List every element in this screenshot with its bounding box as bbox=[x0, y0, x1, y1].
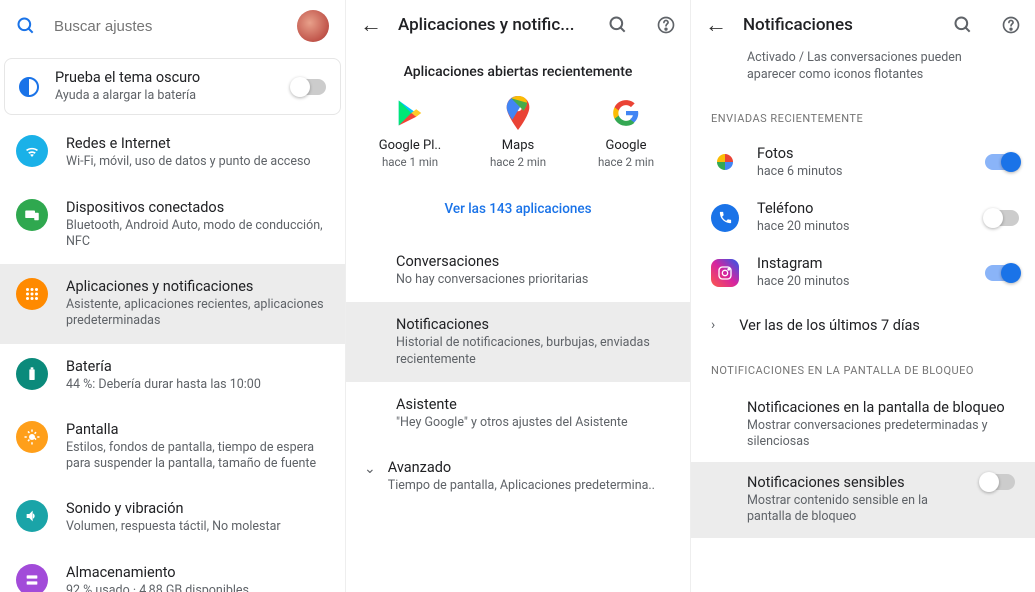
settings-main-panel: Prueba el tema oscuro Ayuda a alargar la… bbox=[0, 0, 345, 592]
see-last-7-days[interactable]: › Ver las de los últimos 7 días bbox=[691, 301, 1035, 350]
telefono-toggle[interactable] bbox=[985, 210, 1019, 226]
row-assistant[interactable]: Asistente "Hey Google" y otros ajustes d… bbox=[346, 382, 690, 445]
panel2-header: ← Aplicaciones y notific... bbox=[346, 0, 690, 50]
chevron-down-icon: ⌄ bbox=[364, 461, 376, 477]
lockscreen-label: NOTIFICACIONES EN LA PANTALLA DE BLOQUEO bbox=[691, 350, 1035, 387]
app-maps[interactable]: Maps hace 2 min bbox=[473, 96, 563, 169]
search-bar[interactable] bbox=[0, 0, 345, 52]
notif-row-fotos[interactable]: Fotoshace 6 minutos bbox=[691, 135, 1035, 190]
instagram-toggle[interactable] bbox=[985, 265, 1019, 281]
bubbles-status: Activado / Las conversaciones pueden apa… bbox=[691, 50, 1035, 98]
recent-apps-row: Google Pl.. hace 1 min Maps hace 2 min G… bbox=[346, 96, 690, 183]
devices-icon bbox=[16, 199, 48, 231]
help-icon[interactable] bbox=[1001, 15, 1021, 35]
setting-row-battery[interactable]: Batería44 %: Debería durar hasta las 10:… bbox=[0, 344, 345, 407]
google-icon bbox=[609, 96, 643, 130]
photos-icon bbox=[711, 148, 739, 176]
back-icon[interactable]: ← bbox=[360, 12, 382, 38]
setting-row-devices[interactable]: Dispositivos conectadosBluetooth, Androi… bbox=[0, 185, 345, 265]
help-icon[interactable] bbox=[656, 15, 676, 35]
app-play-store[interactable]: Google Pl.. hace 1 min bbox=[365, 96, 455, 169]
dark-theme-title: Prueba el tema oscuro bbox=[55, 69, 276, 86]
panel3-title: Notificaciones bbox=[743, 15, 925, 35]
sensitive-toggle[interactable] bbox=[981, 474, 1015, 490]
row-notifications[interactable]: Notificaciones Historial de notificacion… bbox=[346, 302, 690, 382]
maps-icon bbox=[501, 96, 535, 130]
apps-notifications-panel: ← Aplicaciones y notific... Aplicaciones… bbox=[345, 0, 690, 592]
storage-icon bbox=[16, 564, 48, 592]
dark-theme-sub: Ayuda a alargar la batería bbox=[55, 88, 276, 104]
dark-theme-text: Prueba el tema oscuro Ayuda a alargar la… bbox=[55, 69, 276, 104]
instagram-icon bbox=[711, 259, 739, 287]
recent-apps-label: Aplicaciones abiertas recientemente bbox=[346, 50, 690, 96]
search-icon bbox=[16, 16, 36, 36]
setting-row-network[interactable]: Redes e InternetWi-Fi, móvil, uso de dat… bbox=[0, 121, 345, 184]
app-google[interactable]: Google hace 2 min bbox=[581, 96, 671, 169]
sound-icon bbox=[16, 500, 48, 532]
phone-icon bbox=[711, 204, 739, 232]
sent-recently-label: ENVIADAS RECIENTEMENTE bbox=[691, 98, 1035, 135]
lock-row-notifications[interactable]: Notificaciones en la pantalla de bloqueo… bbox=[691, 387, 1035, 463]
avatar[interactable] bbox=[297, 10, 329, 42]
fotos-toggle[interactable] bbox=[985, 154, 1019, 170]
search-icon[interactable] bbox=[953, 15, 973, 35]
battery-icon bbox=[16, 358, 48, 390]
search-input[interactable] bbox=[54, 18, 279, 35]
setting-row-sound[interactable]: Sonido y vibraciónVolumen, respuesta tác… bbox=[0, 486, 345, 549]
dark-theme-card[interactable]: Prueba el tema oscuro Ayuda a alargar la… bbox=[4, 58, 341, 115]
notif-row-instagram[interactable]: Instagramhace 20 minutos bbox=[691, 245, 1035, 300]
row-advanced[interactable]: ⌄ Avanzado Tiempo de pantalla, Aplicacio… bbox=[346, 445, 690, 508]
dark-theme-toggle[interactable] bbox=[292, 79, 326, 95]
back-icon[interactable]: ← bbox=[705, 12, 727, 38]
play-store-icon bbox=[393, 96, 427, 130]
dark-theme-icon bbox=[19, 77, 39, 97]
display-icon bbox=[16, 421, 48, 453]
wifi-icon bbox=[16, 135, 48, 167]
setting-row-display[interactable]: PantallaEstilos, fondos de pantalla, tie… bbox=[0, 407, 345, 487]
setting-row-storage[interactable]: Almacenamiento92 % usado · 4,88 GB dispo… bbox=[0, 550, 345, 592]
apps-icon bbox=[16, 278, 48, 310]
see-all-apps-link[interactable]: Ver las 143 aplicaciones bbox=[346, 183, 690, 239]
panel3-header: ← Notificaciones bbox=[691, 0, 1035, 50]
panel2-title: Aplicaciones y notific... bbox=[398, 15, 580, 35]
notif-row-telefono[interactable]: Teléfonohace 20 minutos bbox=[691, 190, 1035, 245]
search-icon[interactable] bbox=[608, 15, 628, 35]
chevron-right-icon: › bbox=[711, 317, 715, 333]
notifications-panel: ← Notificaciones Activado / Las conversa… bbox=[690, 0, 1035, 592]
lock-row-sensitive[interactable]: Notificaciones sensibles Mostrar conteni… bbox=[691, 462, 1035, 538]
setting-row-apps[interactable]: Aplicaciones y notificacionesAsistente, … bbox=[0, 264, 345, 344]
row-conversations[interactable]: Conversaciones No hay conversaciones pri… bbox=[346, 239, 690, 302]
